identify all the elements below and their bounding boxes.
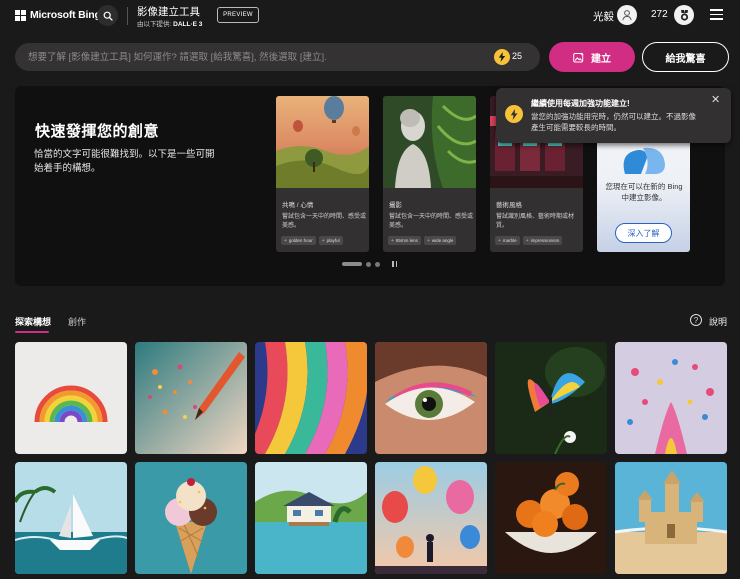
provided-by-label: 由以下提供: (137, 21, 172, 28)
page-title: 影像建立工具 (137, 6, 200, 18)
tab-explore-ideas[interactable]: 探索構想 (15, 315, 51, 328)
rewards-medal-icon (680, 9, 688, 21)
top-bar: Microsoft Bing 影像建立工具 由以下提供: DALL·E 3 PR… (0, 0, 740, 32)
gallery-image-splash[interactable] (615, 342, 727, 454)
tag-chip[interactable]: 85mm lens (388, 236, 421, 245)
preview-badge: PREVIEW (217, 7, 259, 23)
learn-more-button[interactable]: 深入了解 (615, 223, 672, 243)
reward-points[interactable]: 272 (651, 9, 668, 20)
create-label: 建立 (591, 53, 611, 65)
header-divider (127, 7, 128, 25)
gallery-image-sandcastle[interactable] (615, 462, 727, 574)
card-title: 共鳴 / 心情 (282, 202, 314, 209)
active-tab-indicator (15, 331, 49, 333)
bing-logo[interactable]: Microsoft Bing (15, 9, 101, 21)
menu-icon[interactable] (710, 9, 723, 20)
tag-chip[interactable]: marble (495, 236, 520, 245)
provider-name: DALL·E 3 (173, 21, 203, 28)
tag-chip[interactable]: wide angle (423, 236, 457, 245)
promo-text: 您現在可以在新的 Bing 中建立影像。 (605, 182, 683, 202)
search-icon (103, 11, 113, 21)
brand-name: Microsoft Bing (30, 9, 101, 21)
gallery-image-balloons[interactable] (375, 462, 487, 574)
boost-tooltip: 繼續使用每週加強功能建立! 當您的加強功能用完時，仍然可以建立。不過影像產生可能… (496, 88, 731, 143)
carousel-dot-active[interactable] (342, 262, 362, 266)
avatar-icon (622, 10, 632, 21)
carousel-pagination (342, 261, 397, 267)
prompt-field[interactable] (15, 43, 540, 71)
gallery-image-rainbow[interactable] (15, 342, 127, 454)
close-icon[interactable]: ✕ (711, 95, 720, 106)
provider-line: 由以下提供: DALL·E 3 (137, 18, 202, 28)
hero-title: 快速發揮您的創意 (35, 123, 160, 140)
tooltip-title: 繼續使用每週加強功能建立! (531, 99, 630, 108)
gallery-image-paper-boat[interactable] (15, 462, 127, 574)
prompt-input[interactable] (28, 43, 488, 71)
help-link[interactable]: 說明 (709, 315, 727, 328)
avatar[interactable] (617, 5, 637, 25)
carousel-dot[interactable] (366, 261, 371, 267)
boost-bolt-icon (505, 105, 523, 123)
idea-card-photography[interactable]: 攝影 嘗試包含一天中的時間、感受或美感。 85mm lens wide angl… (383, 96, 476, 252)
user-name[interactable]: 光毅 (593, 9, 614, 24)
windows-logo-icon (15, 9, 26, 21)
boost-icon[interactable] (494, 49, 510, 65)
card-description: 嘗試包含一天中的時間、感受或美感。 (282, 214, 367, 229)
carousel-dot[interactable] (375, 261, 380, 267)
tag-chip[interactable]: playful (318, 236, 343, 245)
card-description: 嘗試包含一天中的時間、感受或美感。 (389, 214, 474, 229)
card-title: 藝術風格 (496, 202, 522, 209)
hero-text: 恰當的文字可能很難找到。以下是一些可開始着手的構想。 (34, 149, 215, 174)
gallery-image-lake-house[interactable] (255, 462, 367, 574)
idea-card-mood[interactable]: 共鳴 / 心情 嘗試包含一天中的時間、感受或美感。 golden hour pl… (276, 96, 369, 252)
boost-count: 25 (512, 51, 523, 61)
card-title: 攝影 (389, 202, 402, 209)
search-button[interactable] (97, 5, 118, 26)
pause-icon[interactable] (392, 261, 397, 267)
card-image-balloons-landscape (276, 96, 369, 188)
card-image-statue (383, 96, 476, 188)
create-image-icon (573, 52, 584, 62)
help-icon[interactable]: ? (690, 314, 702, 326)
gallery-image-colored-pencil[interactable] (135, 342, 247, 454)
gallery-image-eye-makeup[interactable] (375, 342, 487, 454)
create-button[interactable]: 建立 (549, 42, 635, 72)
tab-creations[interactable]: 創作 (68, 315, 86, 328)
tag-chip[interactable]: impressionism (522, 236, 563, 245)
surprise-me-button[interactable]: 給我驚喜 (642, 42, 729, 72)
gallery-image-butterfly[interactable] (495, 342, 607, 454)
tooltip-body: 當您的加強功能用完時，仍然可以建立。不過影像產生可能需要較長的時間。 (531, 112, 696, 132)
gallery-image-ice-cream[interactable] (135, 462, 247, 574)
tag-chip[interactable]: golden hour (281, 236, 316, 245)
gallery-image-ribbons[interactable] (255, 342, 367, 454)
gallery-image-oranges[interactable] (495, 462, 607, 574)
rewards-button[interactable] (674, 5, 694, 25)
bing-copilot-icon (623, 147, 665, 174)
card-description: 嘗試識別風格、藝術時期或材質。 (496, 214, 575, 229)
